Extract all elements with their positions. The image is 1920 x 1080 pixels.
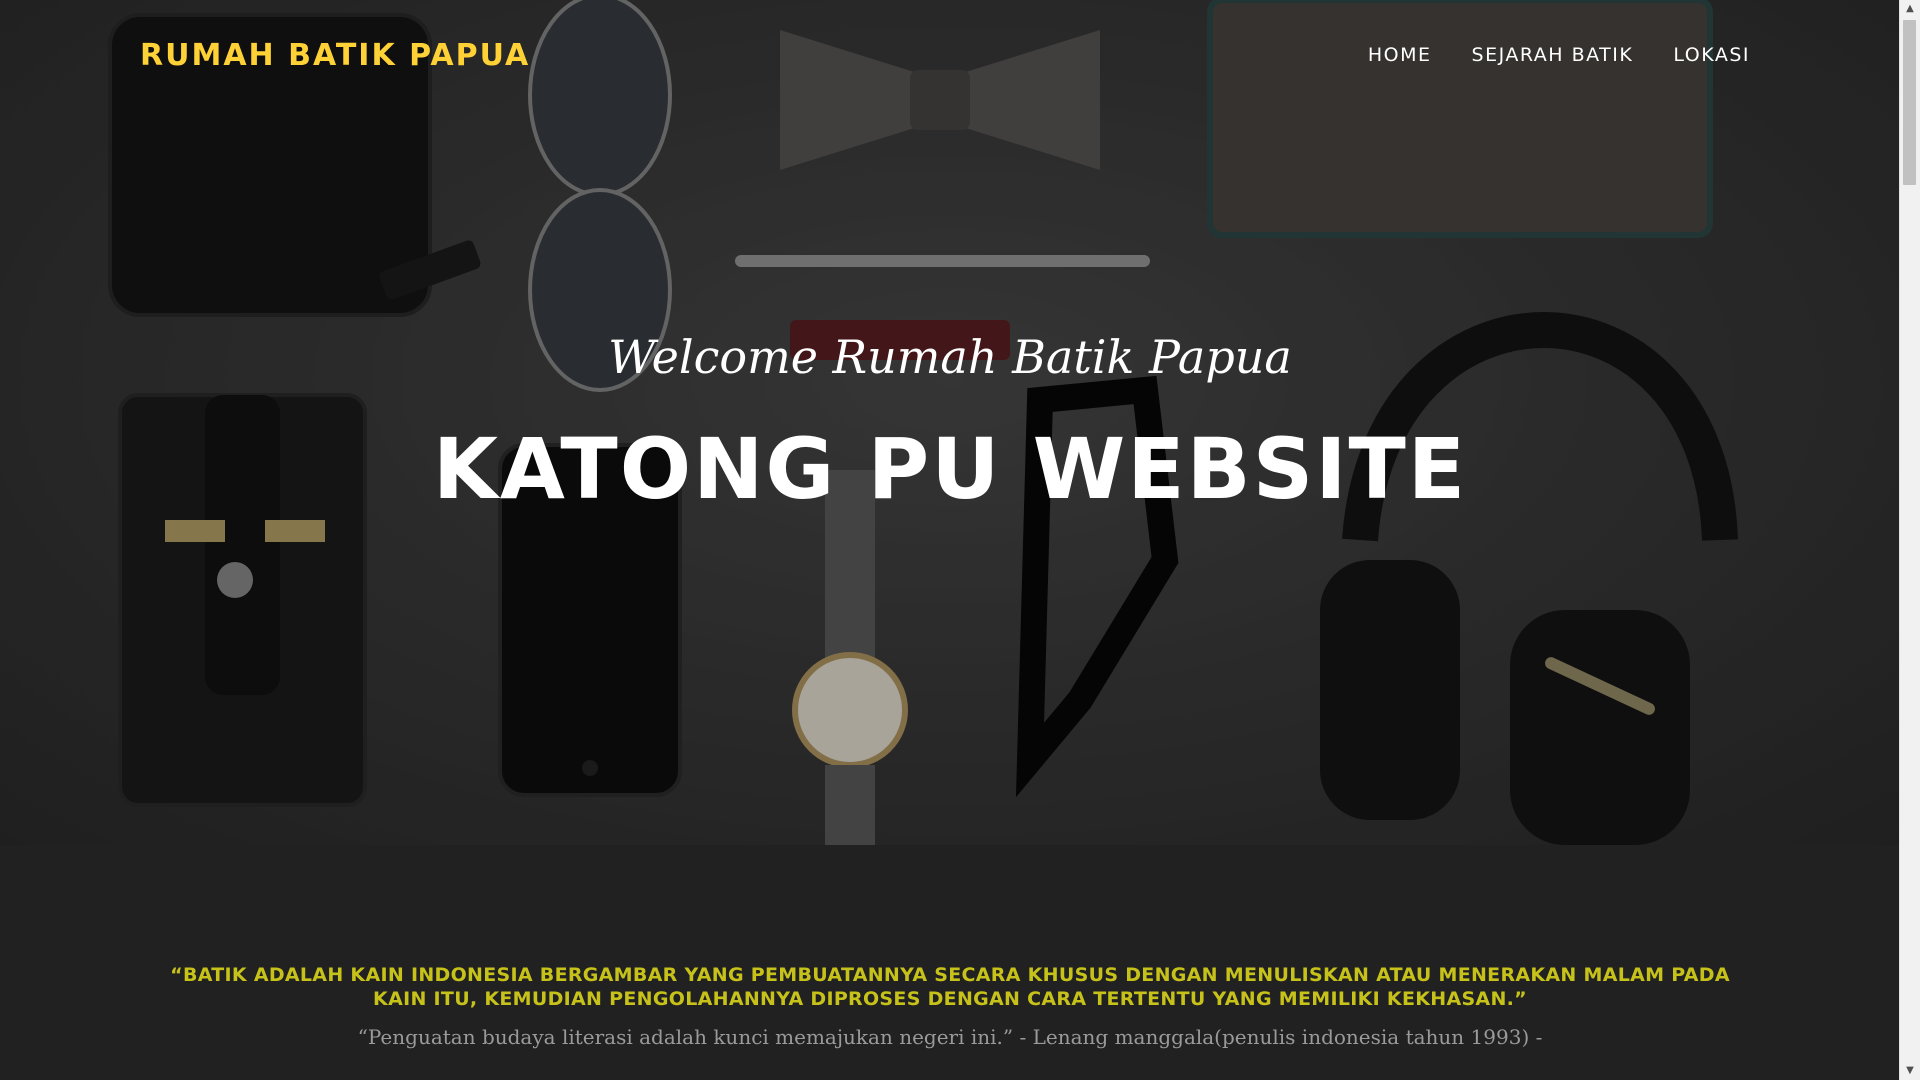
quote-section: “BATIK ADALAH KAIN INDONESIA BERGAMBAR Y… — [0, 845, 1900, 1080]
main-nav: HOME SEJARAH BATIK LOKASI — [1368, 44, 1750, 66]
scrollbar-thumb[interactable] — [1903, 20, 1916, 185]
nav-item-home[interactable]: HOME — [1368, 44, 1432, 66]
literacy-quote-citation: “Penguatan budaya literasi adalah kunci … — [357, 1025, 1543, 1049]
hero-section: RUMAH BATIK PAPUA HOME SEJARAH BATIK LOK… — [0, 0, 1900, 845]
batik-definition-quote: “BATIK ADALAH KAIN INDONESIA BERGAMBAR Y… — [170, 964, 1730, 1010]
nav-item-lokasi[interactable]: LOKASI — [1673, 44, 1750, 66]
nav-item-sejarah-batik[interactable]: SEJARAH BATIK — [1472, 44, 1634, 66]
page: RUMAH BATIK PAPUA HOME SEJARAH BATIK LOK… — [0, 0, 1900, 1080]
hero-subtitle: Welcome Rumah Batik Papua — [608, 330, 1292, 384]
chevron-down-icon[interactable]: ▼ — [1900, 1062, 1920, 1080]
hero-title: KATONG PU WEBSITE — [432, 420, 1468, 518]
page-scrollbar[interactable]: ▲ ▼ — [1899, 0, 1920, 1080]
chevron-up-icon[interactable]: ▲ — [1900, 0, 1920, 18]
brand-logo-link[interactable]: RUMAH BATIK PAPUA — [140, 38, 530, 73]
